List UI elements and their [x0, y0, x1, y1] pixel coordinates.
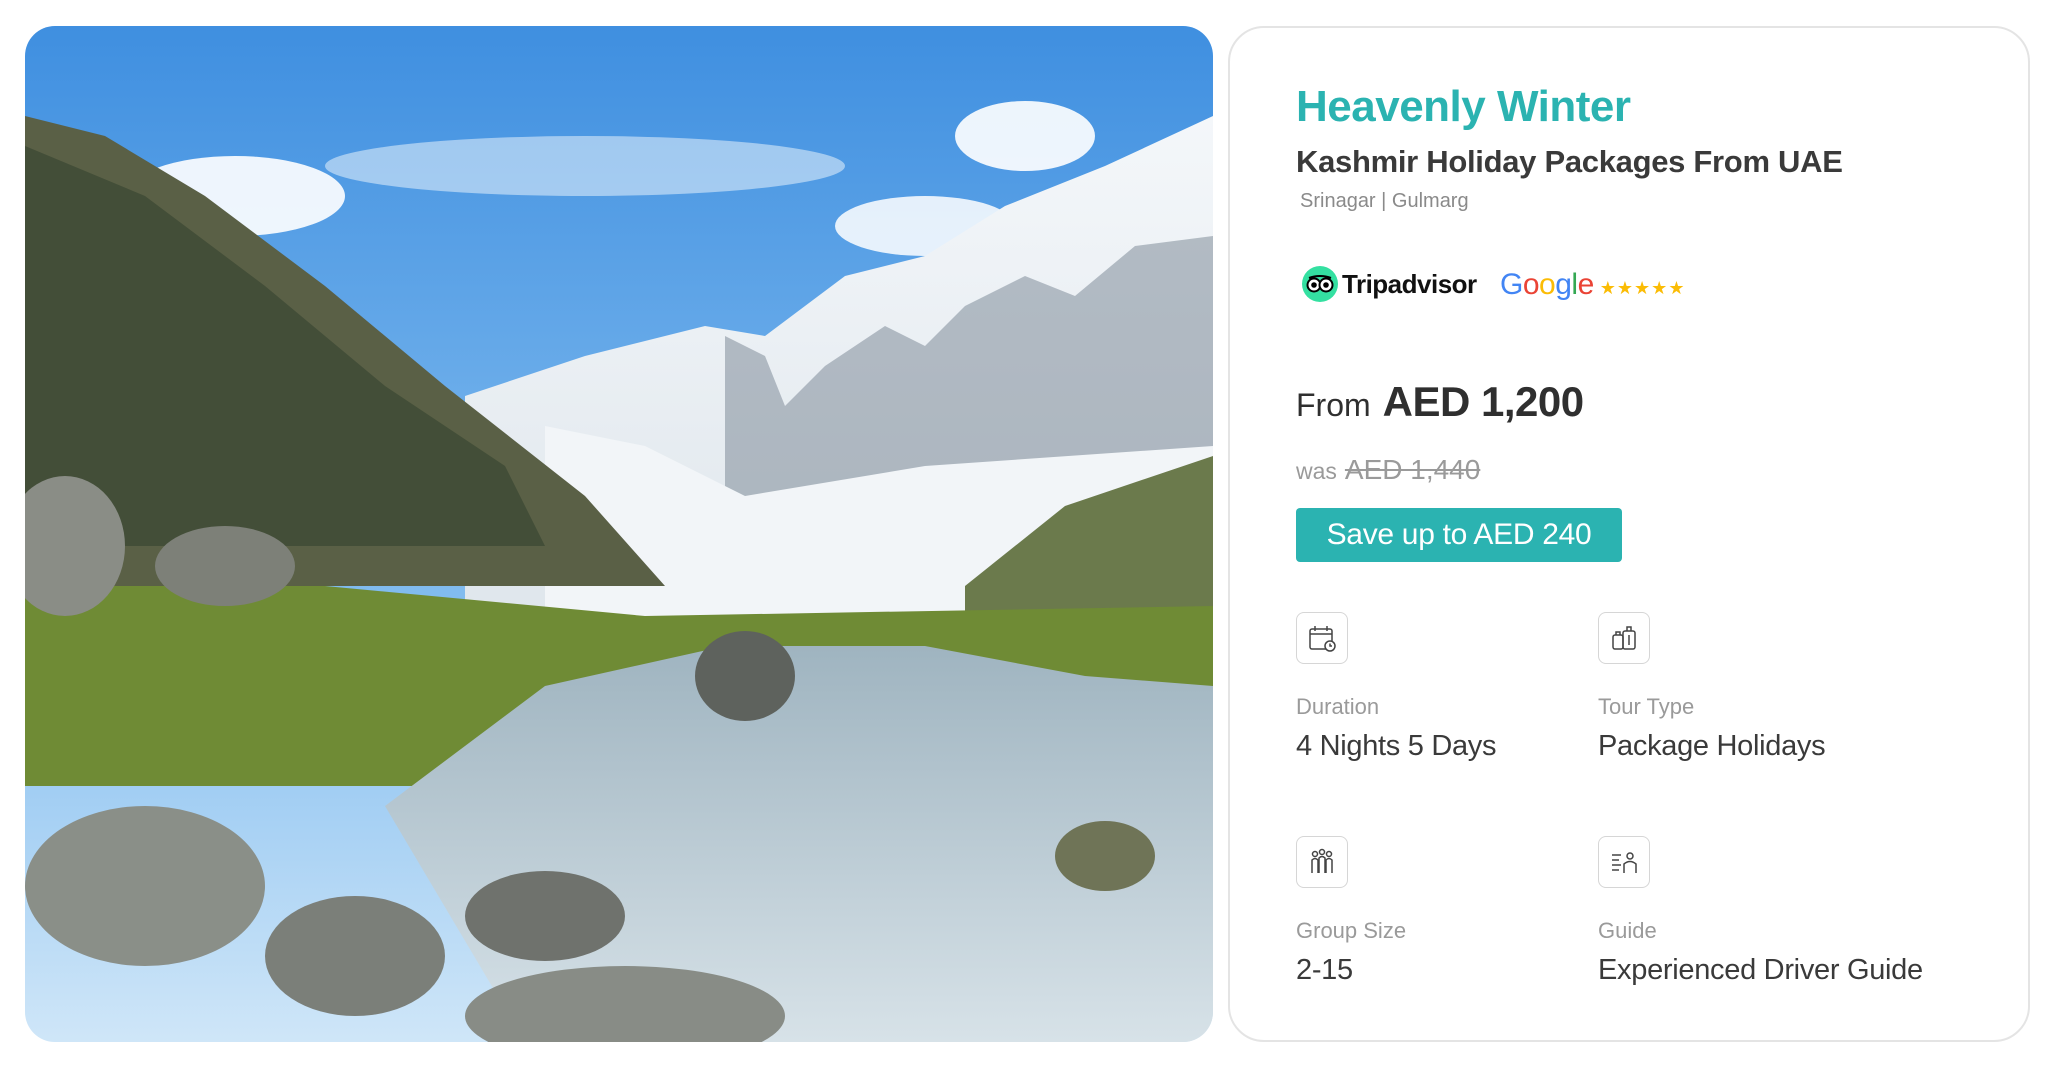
- star-rating-icon: ★★★★★: [1599, 277, 1686, 298]
- current-price: AED 1,200: [1382, 378, 1584, 425]
- group-size-value: 2-15: [1296, 954, 1353, 986]
- tour-type-label: Tour Type: [1598, 694, 1695, 719]
- price-from-label: From: [1296, 387, 1371, 423]
- package-subtitle: Kashmir Holiday Packages From UAE: [1296, 144, 1843, 179]
- luggage-icon: [1598, 612, 1650, 664]
- kashmir-valley-image: [25, 26, 1213, 1042]
- google-rating-badge[interactable]: Google ★★★★★: [1500, 268, 1685, 302]
- calendar-icon: [1296, 612, 1348, 664]
- tour-type-value: Package Holidays: [1598, 730, 1826, 762]
- group-size-label: Group Size: [1296, 918, 1407, 943]
- package-info-card: Heavenly Winter Kashmir Holiday Packages…: [1228, 26, 2030, 1042]
- feature-duration: Duration 4 Nights 5 Days: [1296, 612, 1497, 762]
- group-icon: [1296, 836, 1348, 888]
- tripadvisor-owl-icon: [1302, 266, 1338, 302]
- tripadvisor-badge[interactable]: Tripadvisor: [1302, 266, 1477, 302]
- guide-label: Guide: [1598, 918, 1657, 943]
- was-label: was: [1296, 458, 1337, 484]
- guide-value: Experienced Driver Guide: [1598, 954, 1923, 986]
- old-price-row: was AED 1,440: [1296, 454, 1480, 486]
- package-locations: Srinagar | Gulmarg: [1300, 190, 1469, 212]
- duration-label: Duration: [1296, 694, 1380, 719]
- old-price: AED 1,440: [1344, 454, 1481, 485]
- save-badge[interactable]: Save up to AED 240: [1296, 508, 1622, 562]
- feature-guide: Guide Experienced Driver Guide: [1598, 836, 1923, 986]
- current-price-row: From AED 1,200: [1296, 378, 1584, 426]
- package-title: Heavenly Winter: [1296, 82, 1631, 131]
- tripadvisor-label: Tripadvisor: [1342, 268, 1477, 299]
- duration-value: 4 Nights 5 Days: [1296, 730, 1497, 762]
- driver-guide-icon: [1598, 836, 1650, 888]
- hero-photo: [25, 26, 1213, 1042]
- google-logo: Google: [1500, 268, 1594, 301]
- feature-group-size: Group Size 2-15: [1296, 836, 1406, 986]
- feature-tour-type: Tour Type Package Holidays: [1598, 612, 1826, 762]
